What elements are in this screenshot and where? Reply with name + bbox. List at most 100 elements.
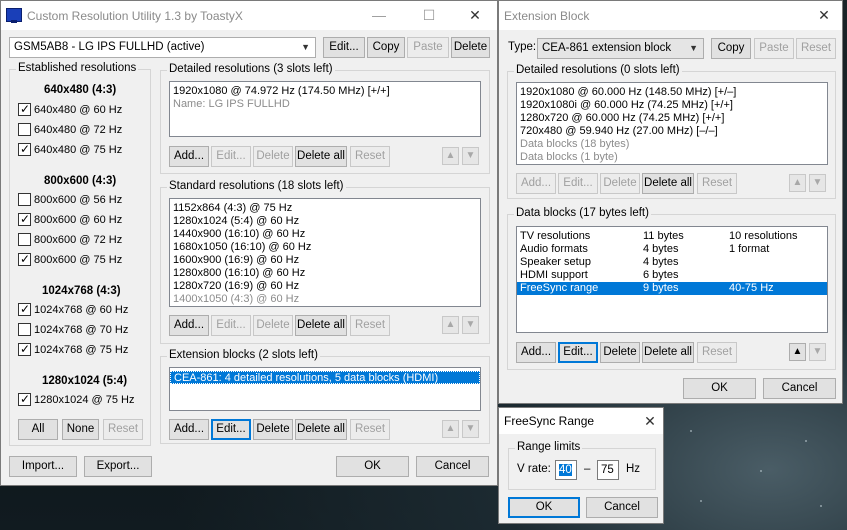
reset-extension-button[interactable]: Reset [350, 419, 390, 440]
edit-monitor-button[interactable]: Edit... [323, 37, 365, 58]
checkbox-640x480-72[interactable]: 640x480 @ 72 Hz [18, 123, 122, 138]
list-item[interactable]: 1440x900 (16:10) @ 60 Hz [170, 228, 480, 241]
delete-detailed-button[interactable]: Delete [253, 146, 293, 167]
table-row[interactable]: TV resolutions 11 bytes 10 resolutions [517, 230, 827, 243]
copy-extension-button[interactable]: Copy [711, 38, 751, 59]
delete-all-extension-button[interactable]: Delete all [295, 419, 347, 440]
delete-data-block-button[interactable]: Delete [600, 342, 640, 363]
freesync-ok-button[interactable]: OK [508, 497, 580, 518]
edit-standard-button[interactable]: Edit... [211, 315, 251, 336]
ext-ok-button[interactable]: OK [683, 378, 756, 399]
none-button[interactable]: None [62, 419, 99, 440]
move-down-icon[interactable]: ▼ [809, 174, 826, 192]
delete-standard-button[interactable]: Delete [253, 315, 293, 336]
move-up-icon[interactable]: ▲ [442, 316, 459, 334]
delete-all-ext-detailed-button[interactable]: Delete all [642, 173, 694, 194]
main-titlebar[interactable]: Custom Resolution Utility 1.3 by ToastyX… [1, 1, 497, 30]
extension-titlebar[interactable]: Extension Block ✕ [499, 1, 842, 30]
copy-button[interactable]: Copy [367, 37, 405, 58]
checkbox-800x600-60[interactable]: 800x600 @ 60 Hz [18, 212, 122, 228]
list-item[interactable]: 1280x800 (16:10) @ 60 Hz [170, 267, 480, 280]
list-item[interactable]: 1400x1050 (4:3) @ 60 Hz [170, 293, 480, 306]
table-row[interactable]: Speaker setup 4 bytes [517, 256, 827, 269]
all-button[interactable]: All [18, 419, 58, 440]
extension-type-select[interactable]: CEA-861 extension block ▼ [537, 38, 704, 59]
list-item[interactable]: 1920x1080 @ 60.000 Hz (148.50 MHz) [+/–] [517, 86, 827, 99]
vrate-min-input[interactable]: 40 [555, 460, 577, 480]
list-item[interactable]: 1280x720 @ 60.000 Hz (74.25 MHz) [+/+] [517, 112, 827, 125]
delete-all-detailed-button[interactable]: Delete all [295, 146, 347, 167]
list-item[interactable]: Name: LG IPS FULLHD [170, 98, 480, 111]
edit-detailed-button[interactable]: Edit... [211, 146, 251, 167]
list-item[interactable]: 720x480 @ 59.940 Hz (27.00 MHz) [–/–] [517, 125, 827, 138]
list-item[interactable]: Data blocks (18 bytes) [517, 138, 827, 151]
import-button[interactable]: Import... [9, 456, 77, 477]
list-item[interactable]: CEA-861: 4 detailed resolutions, 5 data … [170, 371, 480, 384]
reset-ext-detailed-button[interactable]: Reset [697, 173, 737, 194]
close-icon[interactable]: ✕ [805, 1, 843, 30]
table-row[interactable]: HDMI support 6 bytes [517, 269, 827, 282]
delete-all-data-blocks-button[interactable]: Delete all [642, 342, 694, 363]
vrate-max-input[interactable]: 75 [597, 460, 619, 480]
ext-cancel-button[interactable]: Cancel [763, 378, 836, 399]
reset-extension-type-button[interactable]: Reset [796, 38, 836, 59]
add-detailed-button[interactable]: Add... [169, 146, 209, 167]
delete-extension-button[interactable]: Delete [253, 419, 293, 440]
data-blocks-list[interactable]: TV resolutions 11 bytes 10 resolutions Aud… [516, 226, 828, 333]
checkbox-1024x768-60[interactable]: 1024x768 @ 60 Hz [18, 302, 128, 318]
cancel-button[interactable]: Cancel [416, 456, 489, 477]
delete-all-standard-button[interactable]: Delete all [295, 315, 347, 336]
checkbox-1024x768-70[interactable]: 1024x768 @ 70 Hz [18, 323, 128, 338]
standard-resolutions-list[interactable]: 1152x864 (4:3) @ 75 Hz 1280x1024 (5:4) @… [169, 198, 481, 307]
move-down-icon[interactable]: ▼ [462, 316, 479, 334]
list-item[interactable]: 1680x1050 (16:10) @ 60 Hz [170, 241, 480, 254]
move-down-icon[interactable]: ▼ [462, 147, 479, 165]
freesync-cancel-button[interactable]: Cancel [586, 497, 658, 518]
list-item[interactable]: 1152x864 (4:3) @ 75 Hz [170, 202, 480, 215]
list-item[interactable]: 1920x1080 @ 74.972 Hz (174.50 MHz) [+/+] [170, 85, 480, 98]
freesync-titlebar[interactable]: FreeSync Range ✕ [499, 408, 663, 434]
reset-standard-button[interactable]: Reset [350, 315, 390, 336]
move-up-icon[interactable]: ▲ [442, 147, 459, 165]
add-standard-button[interactable]: Add... [169, 315, 209, 336]
extension-blocks-list[interactable]: CEA-861: 4 detailed resolutions, 5 data … [169, 367, 481, 411]
delete-ext-detailed-button[interactable]: Delete [600, 173, 640, 194]
close-icon[interactable]: ✕ [637, 408, 663, 434]
close-icon[interactable]: ✕ [452, 1, 498, 30]
checkbox-800x600-75[interactable]: 800x600 @ 75 Hz [18, 252, 122, 268]
add-data-block-button[interactable]: Add... [516, 342, 556, 363]
monitor-select[interactable]: GSM5AB8 - LG IPS FULLHD (active) ▼ [9, 37, 316, 58]
move-up-icon[interactable]: ▲ [442, 420, 459, 438]
reset-established-button[interactable]: Reset [103, 419, 143, 440]
table-row[interactable]: Audio formats 4 bytes 1 format [517, 243, 827, 256]
edit-extension-button[interactable]: Edit... [211, 419, 251, 440]
edit-data-block-button[interactable]: Edit... [558, 342, 598, 363]
maximize-icon[interactable]: ☐ [406, 1, 452, 30]
move-up-icon[interactable]: ▲ [789, 343, 806, 361]
move-down-icon[interactable]: ▼ [809, 343, 826, 361]
ext-detailed-list[interactable]: 1920x1080 @ 60.000 Hz (148.50 MHz) [+/–]… [516, 82, 828, 165]
add-ext-detailed-button[interactable]: Add... [516, 173, 556, 194]
checkbox-1024x768-75[interactable]: 1024x768 @ 75 Hz [18, 342, 128, 358]
reset-data-blocks-button[interactable]: Reset [697, 342, 737, 363]
list-item[interactable]: 1920x1080i @ 60.000 Hz (74.25 MHz) [+/+] [517, 99, 827, 112]
ok-button[interactable]: OK [336, 456, 409, 477]
minimize-icon[interactable]: — [356, 1, 402, 30]
list-item[interactable]: 1280x1024 (5:4) @ 60 Hz [170, 215, 480, 228]
paste-extension-button[interactable]: Paste [754, 38, 794, 59]
table-row-selected[interactable]: FreeSync range 9 bytes 40-75 Hz [517, 282, 827, 295]
checkbox-800x600-56[interactable]: 800x600 @ 56 Hz [18, 193, 122, 208]
detailed-resolutions-list[interactable]: 1920x1080 @ 74.972 Hz (174.50 MHz) [+/+]… [169, 81, 481, 137]
export-button[interactable]: Export... [84, 456, 152, 477]
reset-detailed-button[interactable]: Reset [350, 146, 390, 167]
checkbox-800x600-72[interactable]: 800x600 @ 72 Hz [18, 233, 122, 248]
edit-ext-detailed-button[interactable]: Edit... [558, 173, 598, 194]
add-extension-button[interactable]: Add... [169, 419, 209, 440]
delete-monitor-button[interactable]: Delete [451, 37, 490, 58]
list-item[interactable]: 1280x720 (16:9) @ 60 Hz [170, 280, 480, 293]
checkbox-1280x1024-75[interactable]: 1280x1024 @ 75 Hz [18, 392, 134, 408]
list-item[interactable]: Data blocks (1 byte) [517, 151, 827, 164]
move-up-icon[interactable]: ▲ [789, 174, 806, 192]
list-item[interactable]: 1600x900 (16:9) @ 60 Hz [170, 254, 480, 267]
move-down-icon[interactable]: ▼ [462, 420, 479, 438]
